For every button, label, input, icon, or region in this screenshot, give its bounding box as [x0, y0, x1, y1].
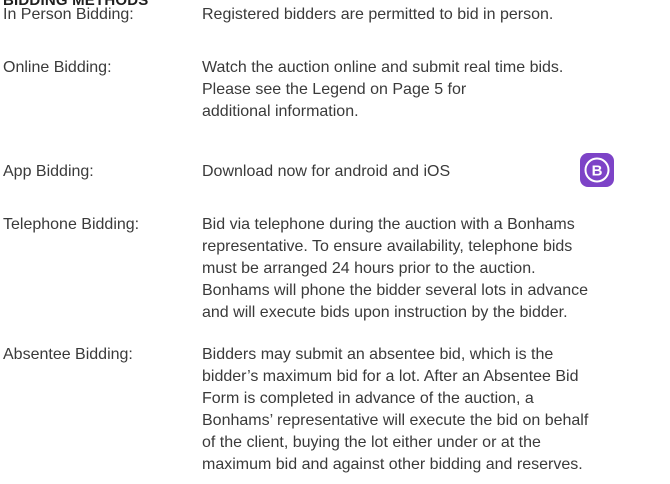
method-term: Telephone Bidding:: [3, 216, 140, 233]
method-description: Bid via telephone during the auction wit…: [202, 214, 664, 324]
method-term: Online Bidding:: [3, 59, 112, 76]
method-term: In Person Bidding:: [3, 6, 134, 23]
description-line: representative. To ensure availability, …: [202, 238, 573, 255]
description-line: maximum bid and against other bidding an…: [202, 456, 583, 473]
method-description: Watch the auction online and submit real…: [202, 57, 664, 123]
method-description: Bidders may submit an absentee bid, whic…: [202, 344, 664, 476]
method-description: Registered bidders are permitted to bid …: [202, 4, 664, 26]
description-line: Watch the auction online and submit real…: [202, 59, 564, 76]
description-line: Bid via telephone during the auction wit…: [202, 216, 575, 233]
bidding-methods-page: BIDDING METHODS In Person Bidding: Regis…: [0, 0, 670, 484]
app-icon-letter: B: [592, 163, 603, 180]
description-line: and will execute bids upon instruction b…: [202, 304, 568, 321]
description-line: must be arranged 24 hours prior to the a…: [202, 260, 536, 277]
description-line: additional information.: [202, 103, 359, 120]
description-line: Bonhams’ representative will execute the…: [202, 412, 589, 429]
description-line: of the client, buying the lot either und…: [202, 434, 541, 451]
description-line: Registered bidders are permitted to bid …: [202, 6, 554, 23]
bonhams-app-icon[interactable]: B: [580, 153, 614, 187]
bonhams-logo-icon: B: [584, 157, 610, 183]
description-line: Please see the Legend on Page 5 for: [202, 81, 467, 98]
description-line: bidder’s maximum bid for a lot. After an…: [202, 368, 579, 385]
method-term: Absentee Bidding:: [3, 346, 133, 363]
description-line: Bidders may submit an absentee bid, whic…: [202, 346, 554, 363]
description-line: Bonhams will phone the bidder several lo…: [202, 282, 589, 299]
description-line: Form is completed in advance of the auct…: [202, 390, 534, 407]
method-term: App Bidding:: [3, 163, 94, 180]
